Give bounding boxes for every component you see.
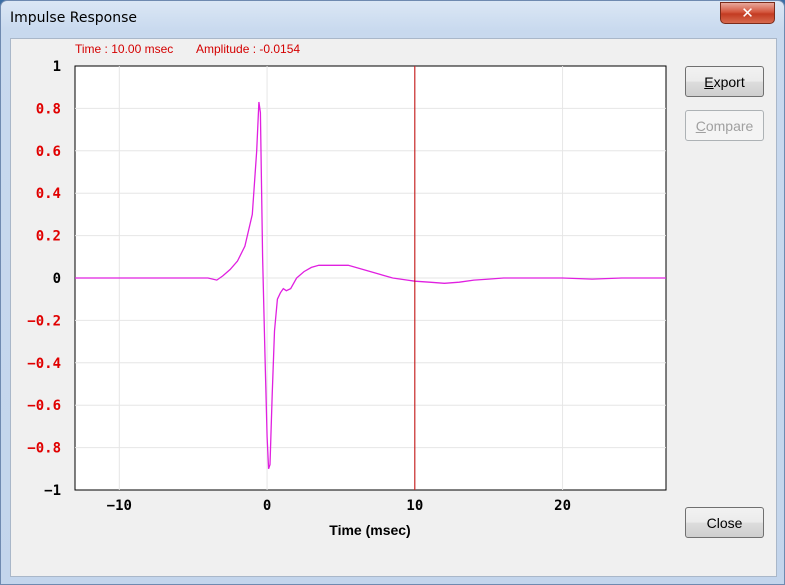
y-tick-label: −0.4 (27, 356, 61, 372)
y-tick-label: −0.2 (27, 313, 61, 329)
close-button[interactable]: Close (685, 507, 764, 538)
y-tick-label: 0.8 (36, 101, 61, 117)
impulse-response-chart: 1 0.8 0.6 0.4 0.2 0 −0.2 −0.4 −0.6 −0.8 −1 −10 0 10 2… (27, 59, 667, 538)
y-tick-label: −1 (44, 483, 61, 499)
y-tick-label: 0 (53, 271, 61, 287)
x-tick-label: −10 (107, 498, 132, 514)
x-axis-label: Time (msec) (329, 522, 410, 538)
y-tick-label: −0.6 (27, 398, 61, 414)
x-tick-label: 10 (406, 498, 423, 514)
close-label: Close (706, 514, 743, 531)
y-tick-label: 0.4 (36, 186, 61, 202)
y-tick-label: 0.6 (36, 144, 61, 160)
export-button[interactable]: Export (685, 66, 764, 97)
x-tick-label: 20 (554, 498, 571, 514)
compare-label: Compare (695, 117, 754, 134)
y-tick-label: −0.8 (27, 441, 61, 457)
y-tick-label: 0.2 (36, 229, 61, 245)
x-axis-ticks: −10 0 10 20 (107, 498, 571, 514)
export-label: Export (704, 73, 745, 90)
x-tick-label: 0 (263, 498, 271, 514)
y-tick-label: 1 (53, 59, 61, 75)
y-axis-ticks: 1 0.8 0.6 0.4 0.2 0 −0.2 −0.4 −0.6 −0.8 −1 (27, 59, 61, 499)
compare-button[interactable]: Compare (685, 110, 764, 141)
